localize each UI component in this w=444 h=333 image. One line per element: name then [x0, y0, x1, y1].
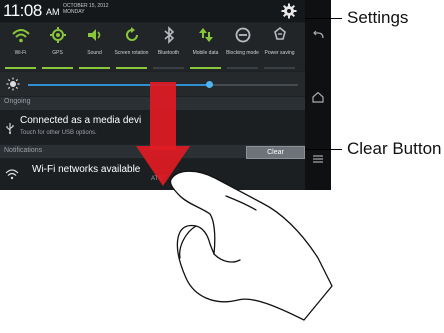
- hand-icon: [169, 170, 333, 321]
- swipe-down-arrow-icon: [136, 82, 190, 186]
- swipe-gesture-overlay: [136, 82, 333, 321]
